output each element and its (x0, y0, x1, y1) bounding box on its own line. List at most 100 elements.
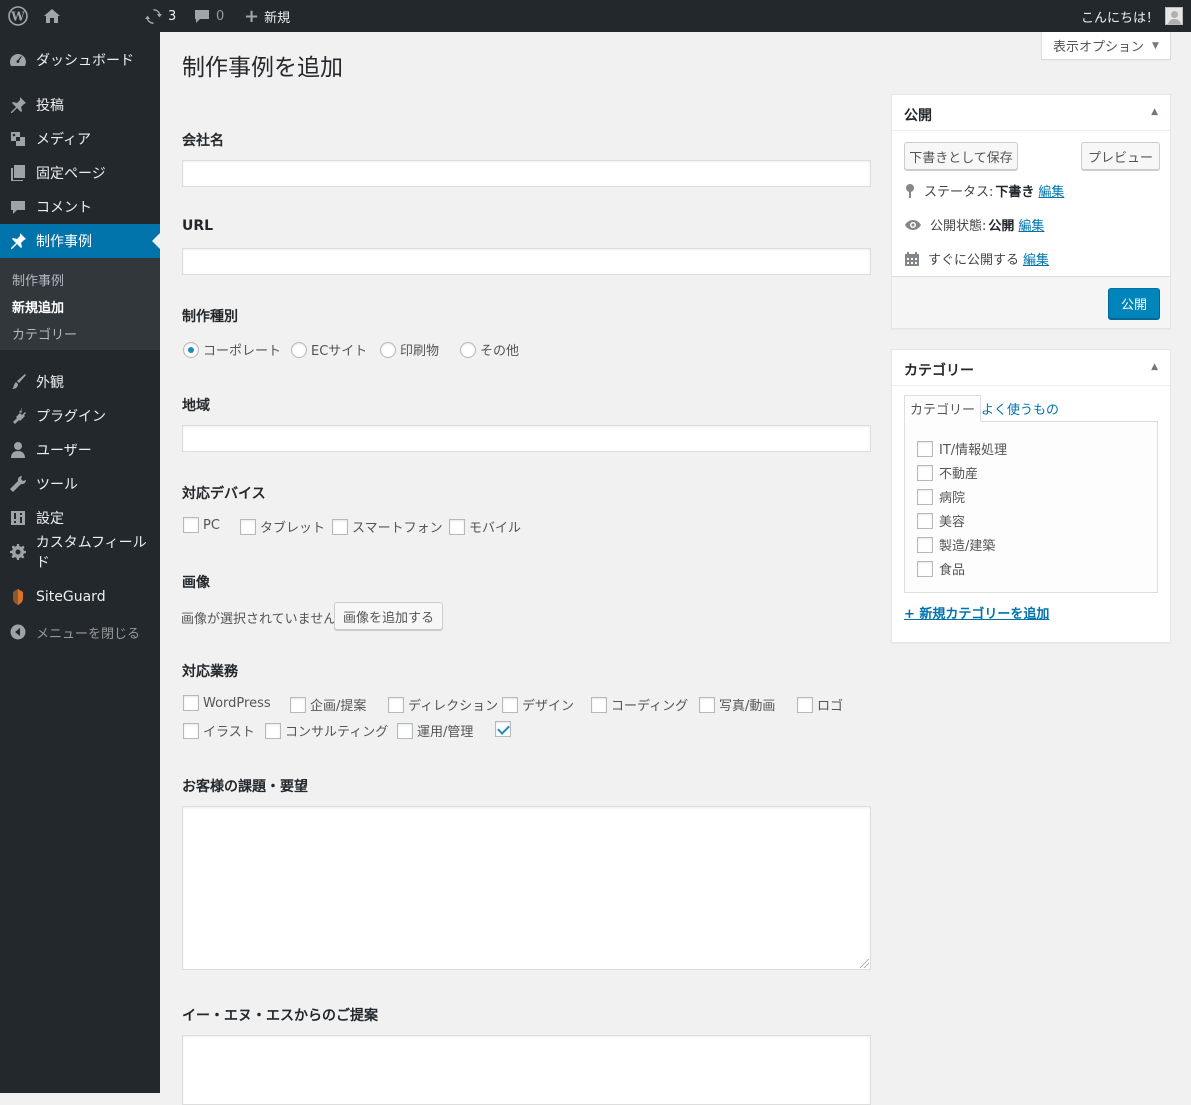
category-item[interactable]: IT/情報処理 (917, 439, 1007, 458)
wordpress-logo-icon[interactable]: W (8, 0, 28, 32)
caret-up-icon[interactable]: ▲ (1151, 107, 1158, 117)
checkbox[interactable] (917, 536, 933, 553)
checkbox[interactable] (265, 722, 281, 739)
checkbox-direction[interactable]: ディレクション (388, 695, 498, 714)
checkbox-smartphone[interactable]: スマートフォン (332, 517, 443, 536)
settings-icon (0, 510, 36, 526)
checkbox[interactable] (290, 696, 306, 713)
checkbox[interactable] (502, 696, 518, 713)
tab-most-used[interactable]: よく使うもの (976, 395, 1064, 422)
checkbox-planning[interactable]: 企画/提案 (290, 695, 366, 714)
screen-options-button[interactable]: 表示オプション ▼ (1041, 32, 1171, 60)
menu-item-dashboard[interactable]: ダッシュボード (0, 43, 160, 77)
publish-button[interactable]: 公開 (1108, 288, 1160, 319)
submenu-item-all-works[interactable]: 制作事例 (12, 270, 64, 289)
checkbox-consulting[interactable]: コンサルティング (265, 721, 388, 740)
checkbox[interactable] (183, 517, 199, 533)
checkbox-logo[interactable]: ロゴ (797, 695, 843, 714)
menu-item-plugins[interactable]: プラグイン (0, 399, 160, 433)
checkbox[interactable] (397, 722, 413, 739)
checkbox-mobile[interactable]: モバイル (449, 517, 521, 536)
save-draft-button[interactable]: 下書きとして保存 (904, 142, 1018, 170)
menu-item-comments[interactable]: コメント (0, 190, 160, 224)
radio-print[interactable]: 印刷物 (380, 340, 439, 359)
checkbox[interactable] (917, 560, 933, 577)
proposal-textarea[interactable] (182, 1035, 871, 1105)
checkbox[interactable] (332, 518, 348, 535)
menu-item-works[interactable]: 制作事例 (0, 224, 160, 258)
category-item[interactable]: 美容 (917, 511, 965, 530)
checkbox[interactable] (183, 722, 199, 739)
checkbox-operation[interactable]: 運用/管理 (397, 721, 473, 740)
radio-button[interactable] (291, 341, 307, 358)
region-input[interactable] (182, 425, 871, 452)
new-content-button[interactable]: + 新規 (244, 0, 290, 32)
edit-status-link[interactable]: 編集 (1038, 181, 1064, 200)
menu-item-posts[interactable]: 投稿 (0, 88, 160, 122)
menu-item-media[interactable]: メディア (0, 122, 160, 156)
checkbox[interactable] (388, 696, 404, 713)
checkbox[interactable] (917, 512, 933, 529)
radio-button[interactable] (460, 341, 476, 358)
issues-textarea[interactable] (182, 806, 871, 970)
comments-button[interactable]: 0 (194, 0, 224, 32)
edit-schedule-link[interactable]: 編集 (1023, 249, 1049, 268)
radio-ec-site[interactable]: ECサイト (291, 340, 367, 359)
checkbox-coding[interactable]: コーディング (591, 695, 688, 714)
checkbox-wordpress[interactable]: WordPress (183, 695, 271, 711)
preview-button[interactable]: プレビュー (1081, 142, 1160, 170)
menu-item-settings[interactable]: 設定 (0, 501, 160, 535)
checkbox[interactable] (495, 721, 511, 737)
my-account-button[interactable]: こんにちは！ (1081, 0, 1183, 32)
category-item[interactable]: 病院 (917, 487, 965, 506)
category-item[interactable]: 製造/建築 (917, 535, 995, 554)
checkbox[interactable] (449, 518, 465, 535)
menu-item-tools[interactable]: ツール (0, 467, 160, 501)
updates-count: 3 (168, 8, 177, 24)
checkbox[interactable] (917, 440, 933, 457)
home-icon[interactable] (43, 0, 61, 32)
checkbox-unlabeled[interactable] (495, 721, 515, 737)
checkbox[interactable] (797, 696, 813, 713)
radio-button[interactable] (380, 341, 396, 358)
menu-label: ダッシュボード (36, 53, 134, 69)
checkbox-tablet[interactable]: タブレット (240, 517, 325, 536)
add-new-category-link[interactable]: + 新規カテゴリーを追加 (904, 603, 1049, 622)
edit-visibility-link[interactable]: 編集 (1018, 215, 1044, 234)
category-item[interactable]: 食品 (917, 559, 965, 578)
updates-button[interactable]: 3 (145, 0, 176, 32)
checkbox[interactable] (917, 488, 933, 505)
category-box-header[interactable]: カテゴリー ▲ (892, 350, 1170, 386)
tab-all-categories[interactable]: カテゴリー (904, 395, 982, 422)
checkbox[interactable] (240, 518, 256, 535)
submenu-item-categories[interactable]: カテゴリー (12, 324, 77, 343)
radio-label: ECサイト (311, 344, 368, 359)
add-image-button[interactable]: 画像を追加する (334, 602, 443, 630)
caret-up-icon[interactable]: ▲ (1151, 362, 1158, 372)
menu-item-pages[interactable]: 固定ページ (0, 156, 160, 190)
checkbox-pc[interactable]: PC (183, 517, 220, 533)
menu-item-users[interactable]: ユーザー (0, 433, 160, 467)
menu-label: ツール (36, 477, 78, 493)
menu-item-appearance[interactable]: 外観 (0, 365, 160, 399)
resize-handle-icon[interactable] (860, 959, 869, 968)
checkbox-design[interactable]: デザイン (502, 695, 574, 714)
checkbox[interactable] (917, 464, 933, 481)
company-name-input[interactable] (182, 160, 871, 187)
checkbox[interactable] (591, 696, 607, 713)
company-name-label: 会社名 (182, 133, 224, 149)
checkbox[interactable] (183, 695, 199, 711)
checkbox[interactable] (699, 696, 715, 713)
checkbox-illustration[interactable]: イラスト (183, 721, 255, 740)
url-input[interactable] (182, 248, 871, 275)
radio-other[interactable]: その他 (460, 340, 519, 359)
publish-box-header[interactable]: 公開 ▲ (892, 95, 1170, 131)
radio-button[interactable] (183, 341, 199, 358)
submenu-item-add-new[interactable]: 新規追加 (12, 297, 64, 316)
collapse-menu-button[interactable]: メニューを閉じる (0, 615, 160, 649)
radio-corporate[interactable]: コーポレート (183, 340, 281, 359)
checkbox-photo-video[interactable]: 写真/動画 (699, 695, 775, 714)
menu-item-siteguard[interactable]: SiteGuard (0, 580, 160, 614)
category-item[interactable]: 不動産 (917, 463, 978, 482)
menu-item-custom-fields[interactable]: カスタムフィールド (0, 535, 160, 571)
